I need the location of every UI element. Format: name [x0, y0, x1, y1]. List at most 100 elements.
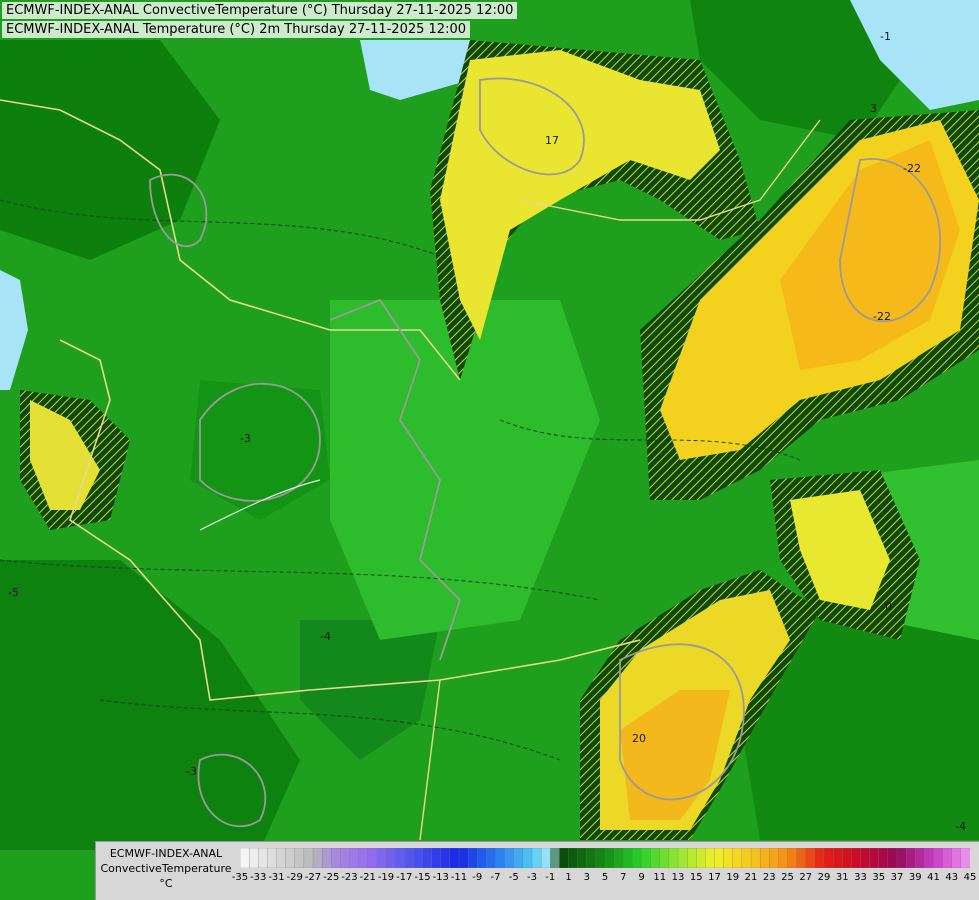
legend-swatch	[869, 848, 880, 868]
legend-title-units: °C	[159, 877, 173, 890]
legend-swatch	[294, 848, 305, 868]
legend-swatch	[942, 848, 953, 868]
legend-swatch	[267, 848, 277, 868]
legend-swatch	[258, 848, 268, 868]
legend-swatch	[449, 848, 460, 868]
legend-swatch	[796, 848, 807, 868]
legend-tick: 7	[620, 872, 627, 883]
legend-swatch	[276, 848, 287, 868]
legend-tick: 35	[872, 872, 886, 883]
legend-tick: 27	[799, 872, 813, 883]
legend-swatch	[641, 848, 652, 868]
legend-tick: -7	[490, 872, 501, 883]
legend-swatch	[577, 848, 588, 868]
legend-swatch	[504, 848, 515, 868]
legend-swatch	[477, 848, 487, 868]
legend-swatch	[458, 848, 469, 868]
legend-tick: 23	[762, 872, 776, 883]
legend-swatch	[349, 848, 360, 868]
legend-tick: 17	[708, 872, 721, 883]
legend-tick: 45	[963, 872, 977, 883]
legend-swatch	[340, 848, 350, 868]
legend-swatch	[248, 848, 259, 868]
legend-tick: 11	[653, 872, 667, 883]
legend-swatch	[312, 848, 323, 868]
contour-label: -3	[240, 432, 251, 445]
legend-swatch	[851, 848, 861, 868]
contour-label: -22	[873, 310, 891, 323]
legend-swatch	[358, 848, 369, 868]
legend-swatch	[568, 848, 579, 868]
legend-swatch	[604, 848, 615, 868]
legend-swatch	[905, 848, 916, 868]
legend-tick: -1	[545, 872, 556, 883]
legend-tick-labels: -35 -33 -31 -29 -27 -25 -23 -21 -19 -17 -15 -13 -11-…	[232, 872, 979, 888]
legend-title: ECMWF-INDEX-ANAL ConvectiveTemperature °…	[96, 842, 236, 891]
legend-tick: -35	[231, 872, 249, 883]
legend-swatch	[696, 848, 706, 868]
legend-tick: -3	[527, 872, 537, 883]
weather-map[interactable]: -22 17 -22 20 -3 -4 -3 -1 -5 -4 0 3	[0, 0, 979, 900]
legend-tick: 39	[908, 872, 922, 883]
contour-label: -1	[880, 30, 891, 43]
legend-swatch	[376, 848, 387, 868]
legend-swatch	[586, 848, 597, 868]
legend-swatch	[832, 848, 843, 868]
legend-swatch	[240, 848, 250, 868]
legend-swatch	[321, 848, 332, 868]
contour-label: 20	[632, 732, 646, 745]
legend-swatch	[486, 848, 496, 868]
legend-tick: 5	[601, 872, 609, 883]
legend-tick: 25	[781, 872, 794, 883]
legend-swatch	[513, 848, 524, 868]
legend-swatch	[887, 848, 898, 868]
contour-label: -3	[186, 765, 197, 778]
contour-label: 0	[885, 600, 892, 613]
legend-tick: -13	[432, 872, 449, 883]
legend-tick: 41	[927, 872, 940, 883]
legend-swatch	[632, 848, 642, 868]
legend-swatch	[759, 848, 770, 868]
legend-swatch	[741, 848, 752, 868]
legend-tick: 13	[671, 872, 685, 883]
legend-swatch	[550, 848, 560, 868]
legend-swatch	[668, 848, 679, 868]
legend-swatch	[285, 848, 296, 868]
legend-tick: 29	[817, 872, 831, 883]
legend-tick: -15	[414, 872, 431, 883]
legend-tick: -33	[250, 872, 267, 883]
contour-label: -4	[320, 630, 331, 643]
legend-swatch	[367, 848, 378, 868]
legend-tick: -5	[508, 872, 519, 883]
legend-swatch	[860, 848, 871, 868]
legend-swatch	[960, 848, 970, 868]
legend-swatch	[842, 848, 852, 868]
legend-swatch	[385, 848, 396, 868]
contour-label: -5	[8, 586, 19, 599]
legend-swatch	[531, 848, 542, 868]
legend-tick: 15	[689, 872, 703, 883]
legend-color-bar	[240, 848, 970, 868]
legend-swatch	[723, 848, 734, 868]
legend-swatch	[595, 848, 606, 868]
legend-swatch	[714, 848, 725, 868]
legend-title-line-2: ConvectiveTemperature	[100, 862, 232, 875]
legend-swatch	[677, 848, 688, 868]
legend-tick: 43	[945, 872, 959, 883]
legend-swatch	[924, 848, 934, 868]
legend-tick: 1	[565, 872, 572, 883]
legend-swatch	[623, 848, 633, 868]
legend-swatch	[732, 848, 743, 868]
legend-swatch	[431, 848, 442, 868]
legend-tick: -27	[304, 872, 322, 883]
legend-swatch	[404, 848, 414, 868]
legend-swatch	[495, 848, 506, 868]
contour-label: 17	[545, 134, 559, 147]
legend-swatch	[522, 848, 533, 868]
legend-swatch	[440, 848, 451, 868]
legend-swatch	[467, 848, 478, 868]
legend-swatch	[823, 848, 834, 868]
legend-tick: -19	[377, 872, 395, 883]
legend-swatch	[814, 848, 825, 868]
legend-tick: -11	[450, 872, 468, 883]
